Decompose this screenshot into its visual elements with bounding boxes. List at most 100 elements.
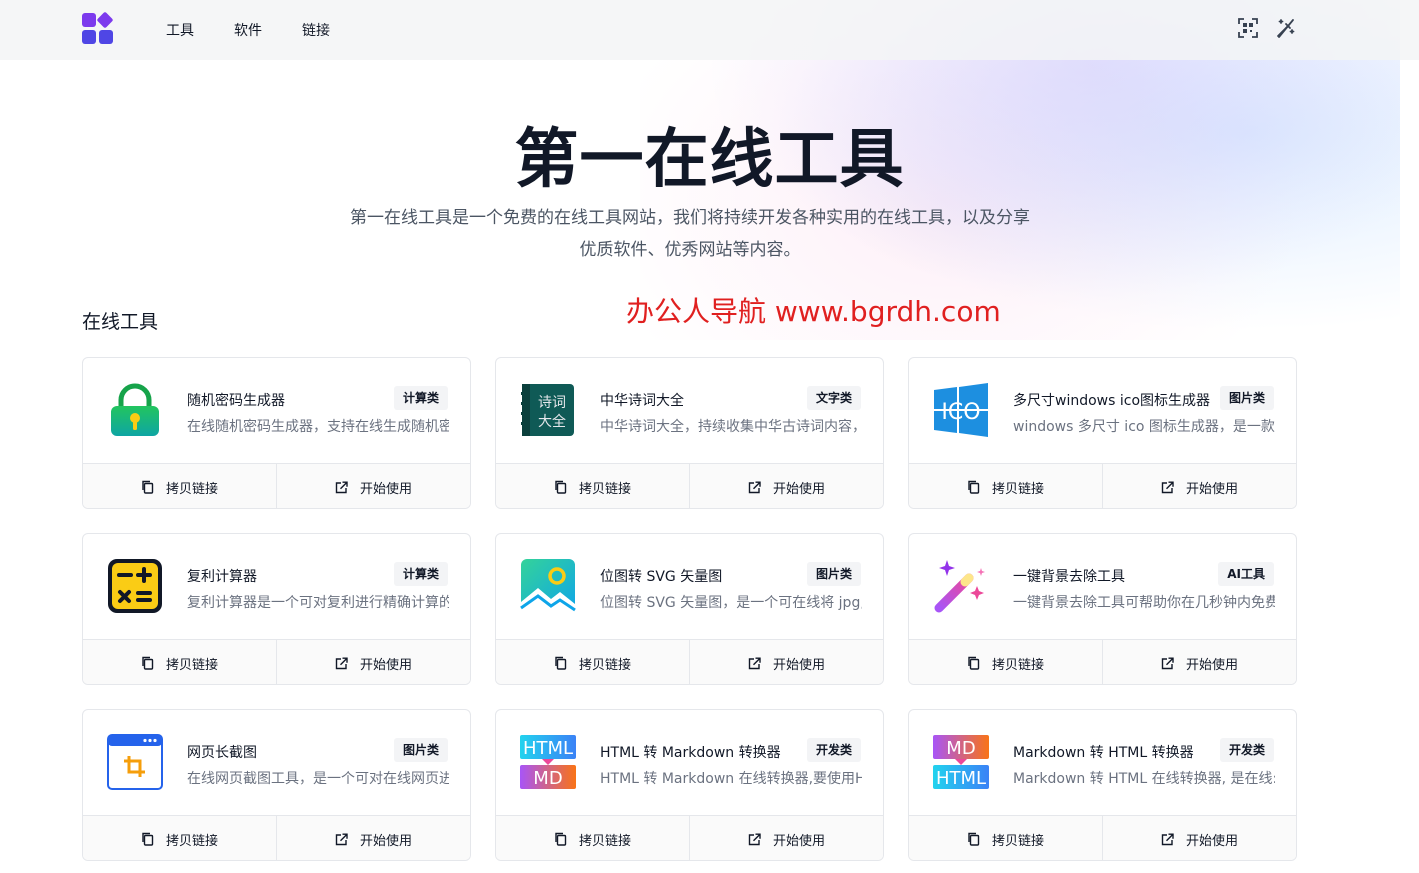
card-title: Markdown 转 HTML 转换器 (1013, 745, 1194, 761)
external-link-icon (1161, 833, 1174, 845)
card-title: 多尺寸windows ico图标生成器 (1013, 393, 1211, 409)
qr-code-icon[interactable] (1237, 17, 1259, 39)
card-body[interactable]: 复利计算器 计算类 复利计算器是一个可对复利进行精确计算的 (83, 534, 470, 639)
external-link-icon (1161, 481, 1174, 493)
card-body[interactable]: MD HTML Markdown 转 HTML 转换器 开发类 Markdown… (909, 710, 1296, 815)
card-body[interactable]: HTML MD HTML 转 Markdown 转换器 开发类 HTML 转 M… (496, 710, 883, 815)
card-description: windows 多尺寸 ico 图标生成器，是一款 (1013, 419, 1275, 435)
external-link-icon (1161, 657, 1174, 669)
copy-link-button[interactable]: 拷贝链接 (83, 816, 276, 860)
copy-link-button[interactable]: 拷贝链接 (496, 464, 689, 508)
card-description: 复利计算器是一个可对复利进行精确计算的 (187, 595, 449, 611)
copy-icon (555, 480, 567, 494)
tool-card[interactable]: 一键背景去除工具 AI工具 一键背景去除工具可帮助你在几秒钟内免费 拷贝链接 开… (908, 533, 1297, 685)
copy-icon (142, 832, 154, 846)
windows-ico-icon: ICO (934, 383, 988, 437)
svg-text:ICO: ICO (941, 400, 980, 425)
tool-card[interactable]: 诗词 大全 中华诗词大全 文字类 中华诗词大全，持续收集中华古诗词内容， 拷贝链… (495, 357, 884, 509)
card-title: 随机密码生成器 (187, 393, 285, 409)
copy-icon (555, 656, 567, 670)
tool-card[interactable]: HTML MD HTML 转 Markdown 转换器 开发类 HTML 转 M… (495, 709, 884, 861)
copy-icon (142, 656, 154, 670)
tool-card[interactable]: 位图转 SVG 矢量图 图片类 位图转 SVG 矢量图，是一个可在线将 jpg,… (495, 533, 884, 685)
copy-link-label: 拷贝链接 (165, 481, 218, 497)
magic-wand-icon (934, 560, 985, 613)
card-description: 在线网页截图工具，是一个可对在线网页进 (187, 771, 449, 787)
start-using-button[interactable]: 开始使用 (689, 464, 883, 508)
top-navbar: 工具 软件 链接 (0, 0, 1419, 60)
html-to-md-icon: HTML MD (520, 735, 576, 789)
svg-text:诗词: 诗词 (538, 395, 566, 411)
start-using-button[interactable]: 开始使用 (276, 464, 470, 508)
start-using-button[interactable]: 开始使用 (1102, 464, 1296, 508)
card-description: HTML 转 Markdown 在线转换器,要使用H (600, 771, 862, 787)
card-body[interactable]: 位图转 SVG 矢量图 图片类 位图转 SVG 矢量图，是一个可在线将 jpg, (496, 534, 883, 639)
category-badge: 文字类 (806, 386, 861, 410)
poetry-book-icon: 诗词 大全 (521, 384, 574, 436)
card-body[interactable]: 网页长截图 图片类 在线网页截图工具，是一个可对在线网页进 (83, 710, 470, 815)
tool-card[interactable]: MD HTML Markdown 转 HTML 转换器 开发类 Markdown… (908, 709, 1297, 861)
card-description: 中华诗词大全，持续收集中华古诗词内容， (600, 419, 862, 435)
copy-link-button[interactable]: 拷贝链接 (83, 464, 276, 508)
start-using-button[interactable]: 开始使用 (276, 640, 470, 684)
nav-item-software[interactable]: 软件 (234, 20, 262, 40)
nav-item-tools[interactable]: 工具 (166, 20, 194, 40)
copy-link-button[interactable]: 拷贝链接 (909, 816, 1102, 860)
start-using-button[interactable]: 开始使用 (689, 816, 883, 860)
external-link-icon (748, 657, 761, 669)
nav-item-links[interactable]: 链接 (302, 20, 330, 40)
start-using-label: 开始使用 (359, 833, 412, 849)
category-badge: 图片类 (1219, 386, 1274, 410)
copy-link-button[interactable]: 拷贝链接 (909, 640, 1102, 684)
card-actions: 拷贝链接 开始使用 (496, 639, 883, 684)
start-using-label: 开始使用 (359, 657, 412, 673)
card-title: HTML 转 Markdown 转换器 (600, 745, 781, 761)
start-using-button[interactable]: 开始使用 (689, 640, 883, 684)
copy-link-button[interactable]: 拷贝链接 (909, 464, 1102, 508)
card-description: 一键背景去除工具可帮助你在几秒钟内免费 (1013, 595, 1275, 611)
start-using-label: 开始使用 (772, 481, 825, 497)
padlock-icon (111, 383, 159, 436)
start-using-button[interactable]: 开始使用 (276, 816, 470, 860)
external-link-icon (335, 481, 348, 493)
theme-toggle-icon[interactable] (1275, 17, 1297, 39)
icon-top-text: HTML (523, 738, 573, 759)
card-actions: 拷贝链接 开始使用 (909, 639, 1296, 684)
tool-card[interactable]: 复利计算器 计算类 复利计算器是一个可对复利进行精确计算的 拷贝链接 开始使用 (82, 533, 471, 685)
tool-card[interactable]: ICO 多尺寸windows ico图标生成器 图片类 windows 多尺寸 … (908, 357, 1297, 509)
calculator-icon (108, 559, 162, 613)
copy-icon (968, 656, 980, 670)
external-link-icon (748, 833, 761, 845)
card-body[interactable]: 一键背景去除工具 AI工具 一键背景去除工具可帮助你在几秒钟内免费 (909, 534, 1296, 639)
card-description: 位图转 SVG 矢量图，是一个可在线将 jpg, (600, 595, 862, 611)
card-body[interactable]: 诗词 大全 中华诗词大全 文字类 中华诗词大全，持续收集中华古诗词内容， (496, 358, 883, 463)
category-badge: AI工具 (1218, 562, 1274, 586)
category-badge: 开发类 (806, 738, 861, 762)
start-using-label: 开始使用 (772, 833, 825, 849)
tool-card[interactable]: 网页长截图 图片类 在线网页截图工具，是一个可对在线网页进 拷贝链接 开始使用 (82, 709, 471, 861)
card-title: 网页长截图 (187, 745, 257, 761)
watermark-text: 办公人导航 www.bgrdh.com (626, 295, 1001, 328)
card-actions: 拷贝链接 开始使用 (83, 815, 470, 860)
start-using-button[interactable]: 开始使用 (1102, 816, 1296, 860)
tool-card[interactable]: 随机密码生成器 计算类 在线随机密码生成器，支持在线生成随机密码 拷贝链接 开始… (82, 357, 471, 509)
card-body[interactable]: ICO 多尺寸windows ico图标生成器 图片类 windows 多尺寸 … (909, 358, 1296, 463)
category-badge: 计算类 (393, 386, 448, 410)
copy-link-button[interactable]: 拷贝链接 (83, 640, 276, 684)
copy-link-button[interactable]: 拷贝链接 (496, 640, 689, 684)
start-using-label: 开始使用 (1185, 833, 1238, 849)
category-badge: 计算类 (393, 562, 448, 586)
copy-link-label: 拷贝链接 (991, 481, 1044, 497)
site-logo-icon[interactable] (82, 11, 114, 45)
category-badge: 开发类 (1219, 738, 1274, 762)
svg-text:大全: 大全 (538, 413, 566, 430)
section-title: 在线工具 (82, 311, 159, 333)
card-actions: 拷贝链接 开始使用 (496, 463, 883, 508)
card-body[interactable]: 随机密码生成器 计算类 在线随机密码生成器，支持在线生成随机密码 (83, 358, 470, 463)
copy-link-label: 拷贝链接 (991, 833, 1044, 849)
card-actions: 拷贝链接 开始使用 (83, 463, 470, 508)
hero-title: 第一在线工具 (514, 123, 905, 197)
start-using-button[interactable]: 开始使用 (1102, 640, 1296, 684)
copy-link-button[interactable]: 拷贝链接 (496, 816, 689, 860)
external-link-icon (335, 833, 348, 845)
